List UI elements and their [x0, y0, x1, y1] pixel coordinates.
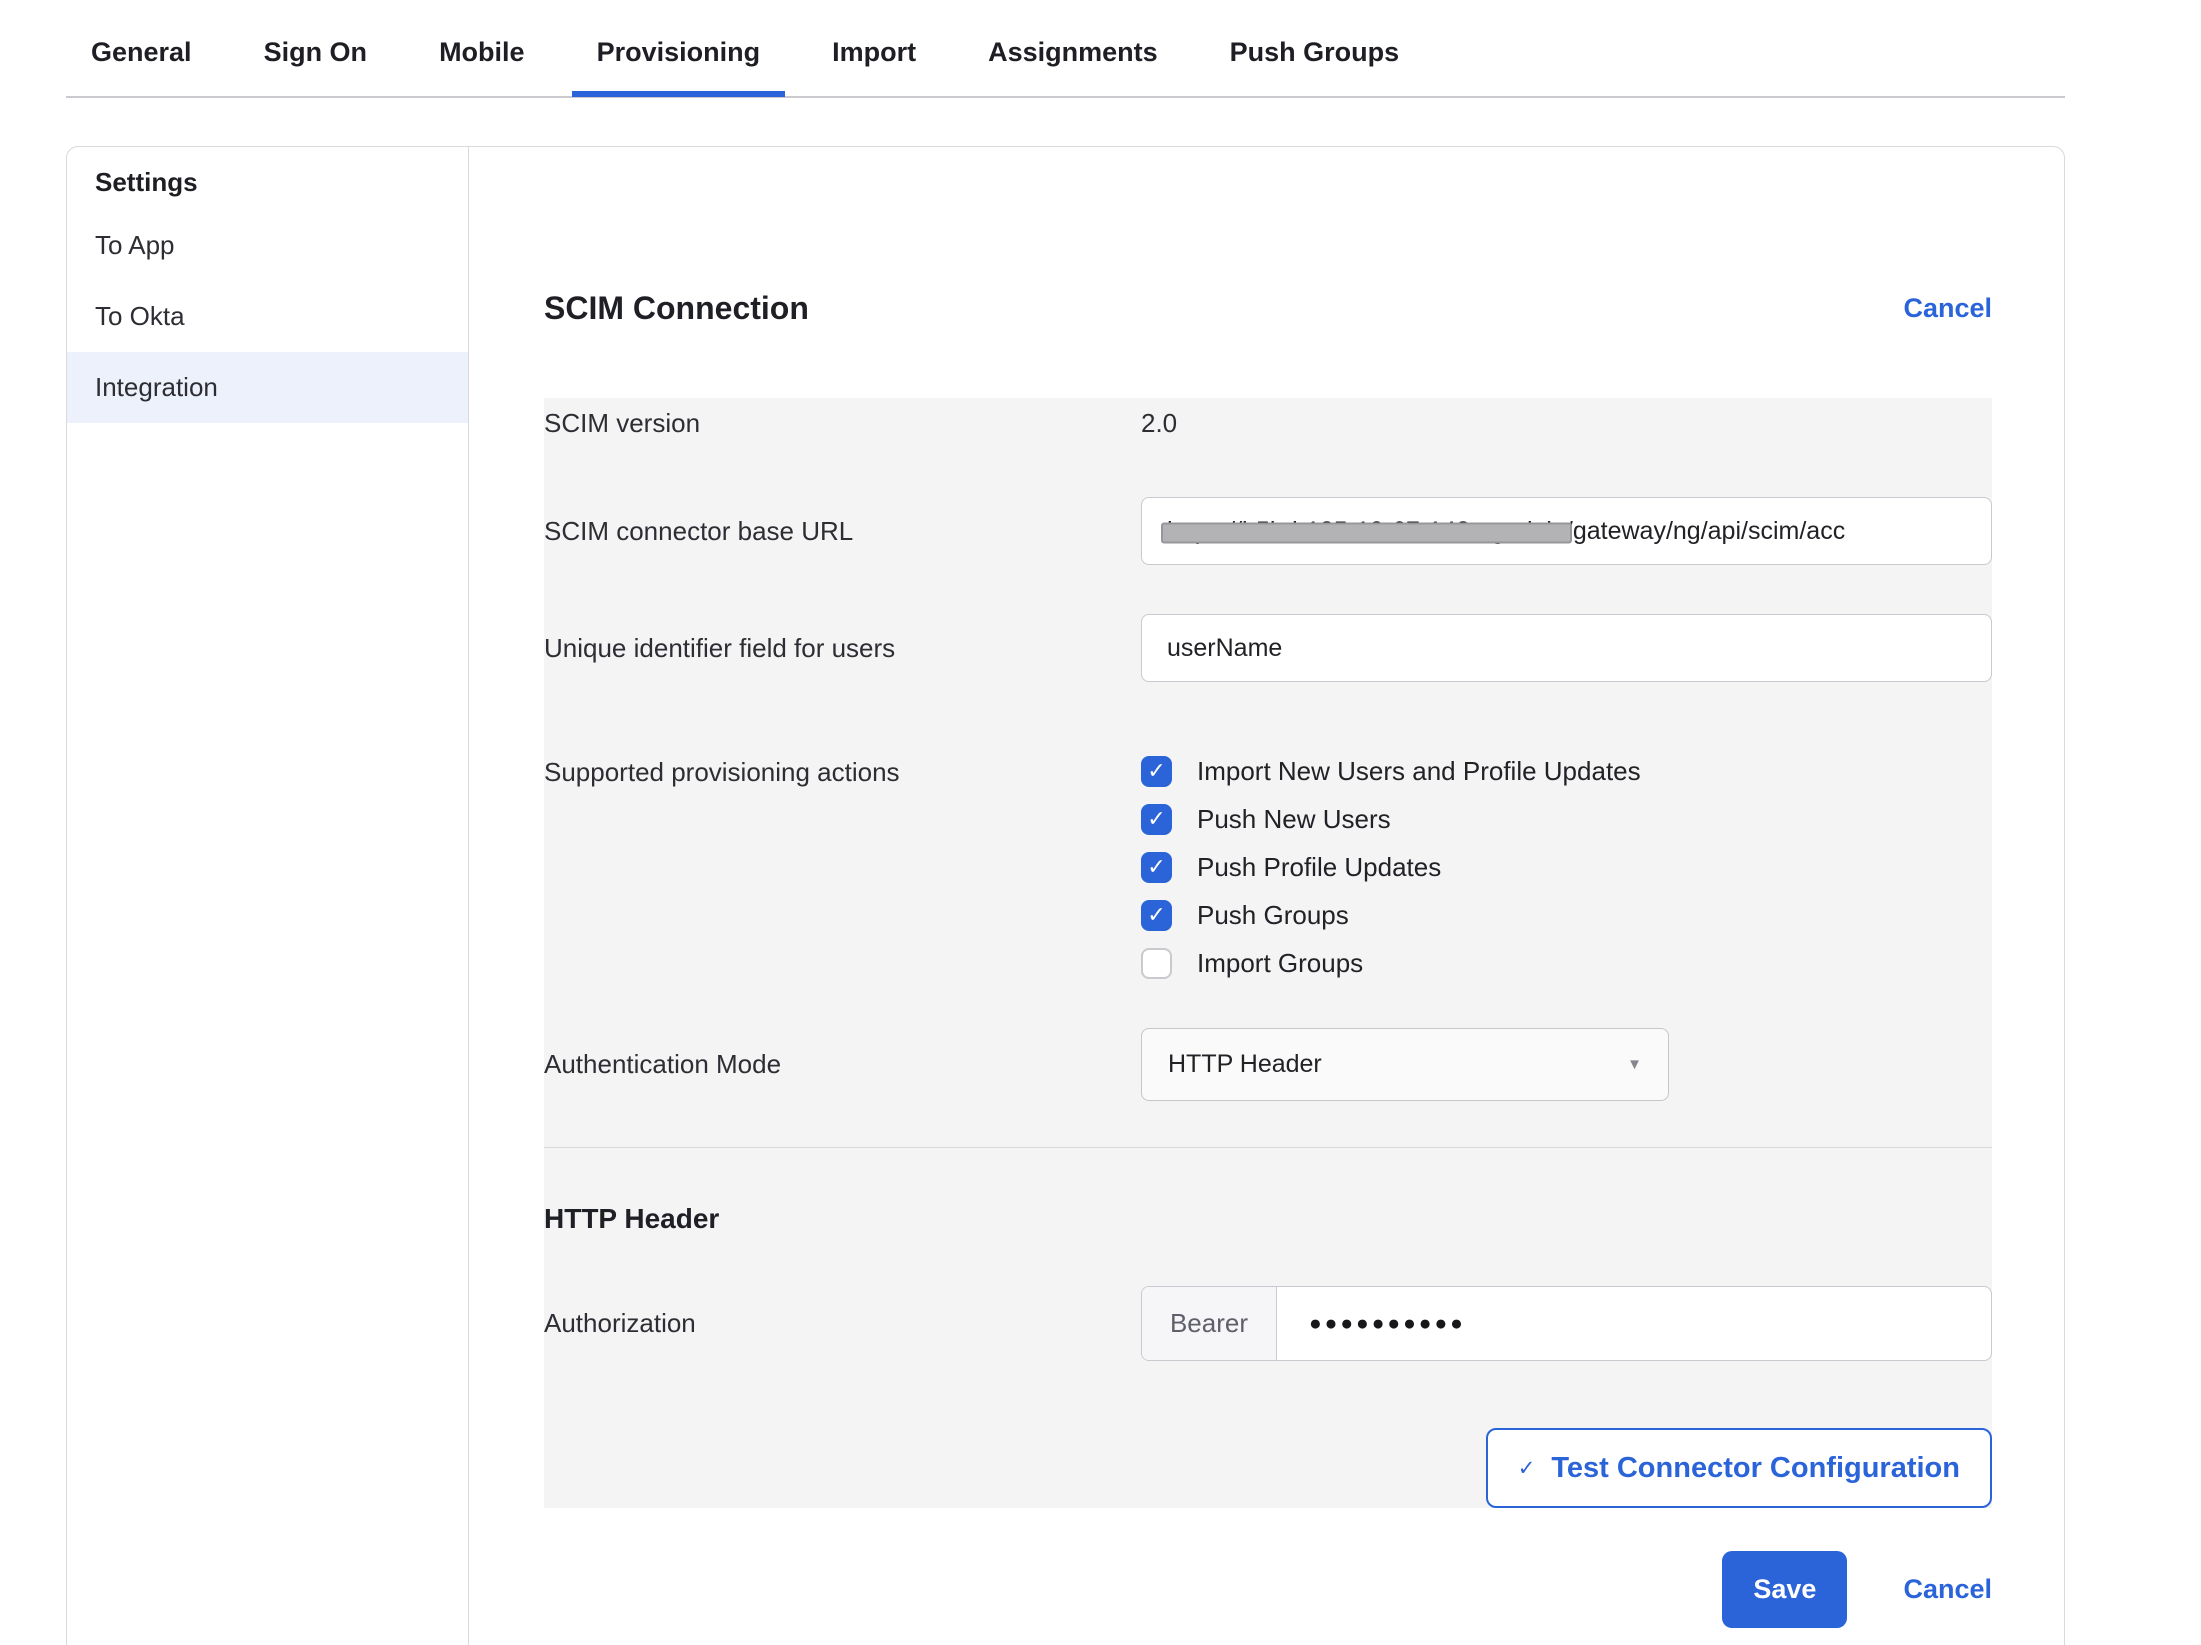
checkbox-row-import-users[interactable]: ✓ Import New Users and Profile Updates: [1141, 747, 1992, 795]
http-header-heading: HTTP Header: [544, 1203, 1992, 1235]
scim-version-value: 2.0: [1141, 408, 1992, 439]
test-connector-row: ✓ Test Connector Configuration: [544, 1428, 1992, 1508]
auth-mode-row: Authentication Mode HTTP Header ▼: [544, 1028, 1992, 1101]
scim-settings-panel: SCIM version 2.0 SCIM connector base URL…: [544, 398, 1992, 1508]
sidebar-item-to-app[interactable]: To App: [67, 210, 468, 281]
authorization-row: Authorization Bearer ●●●●●●●●●●: [544, 1286, 1992, 1361]
sidebar-item-integration[interactable]: Integration: [67, 352, 468, 423]
checkbox-label: Import New Users and Profile Updates: [1197, 756, 1641, 787]
scim-connection-section: SCIM version 2.0 SCIM connector base URL…: [544, 398, 1992, 1147]
tab-import[interactable]: Import: [807, 13, 941, 97]
form-actions: Save Cancel: [544, 1551, 1992, 1628]
main-content: SCIM Connection Cancel SCIM version 2.0 …: [469, 147, 2064, 1645]
test-connector-button-label: Test Connector Configuration: [1551, 1452, 1960, 1485]
auth-mode-select[interactable]: HTTP Header ▼: [1141, 1028, 1669, 1101]
base-url-visible-suffix: /gateway/ng/api/scim/acc: [1566, 517, 1845, 546]
settings-sidebar: Settings To App To Okta Integration: [67, 147, 469, 1645]
unique-identifier-label: Unique identifier field for users: [544, 633, 1141, 664]
app-tab-bar: General Sign On Mobile Provisioning Impo…: [66, 0, 2065, 98]
checkbox-row-push-profile-updates[interactable]: ✓ Push Profile Updates: [1141, 843, 1992, 891]
cancel-link-top[interactable]: Cancel: [1903, 293, 1992, 324]
redaction-bar: [1161, 522, 1572, 543]
provisioning-actions-label: Supported provisioning actions: [544, 747, 1141, 788]
authorization-input-group: Bearer ●●●●●●●●●●: [1141, 1286, 1992, 1361]
auth-mode-label: Authentication Mode: [544, 1049, 1141, 1080]
provisioning-actions-row: Supported provisioning actions ✓ Import …: [544, 747, 1992, 987]
check-icon: ✓: [1147, 904, 1165, 926]
tab-push-groups[interactable]: Push Groups: [1205, 13, 1425, 97]
cancel-link-bottom[interactable]: Cancel: [1903, 1574, 1992, 1605]
tab-general[interactable]: General: [66, 13, 217, 97]
sidebar-item-to-okta[interactable]: To Okta: [67, 281, 468, 352]
unique-identifier-row: Unique identifier field for users: [544, 614, 1992, 682]
base-url-row: SCIM connector base URL https://b5bd-135…: [544, 497, 1992, 565]
scim-version-label: SCIM version: [544, 408, 1141, 439]
check-icon: ✓: [1147, 760, 1165, 782]
check-icon: ✓: [1147, 856, 1165, 878]
authorization-label: Authorization: [544, 1308, 1141, 1339]
title-row: SCIM Connection Cancel: [544, 291, 1992, 325]
sidebar-title: Settings: [67, 147, 468, 199]
tab-mobile[interactable]: Mobile: [414, 13, 550, 97]
tab-assignments[interactable]: Assignments: [963, 13, 1183, 97]
checkbox-push-groups[interactable]: ✓: [1141, 900, 1172, 931]
checkbox-label: Import Groups: [1197, 948, 1363, 979]
save-button[interactable]: Save: [1722, 1551, 1847, 1628]
checkbox-row-push-new-users[interactable]: ✓ Push New Users: [1141, 795, 1992, 843]
scim-version-row: SCIM version 2.0: [544, 408, 1992, 439]
tab-provisioning[interactable]: Provisioning: [572, 13, 786, 97]
chevron-down-icon: ▼: [1627, 1056, 1642, 1073]
page-title: SCIM Connection: [544, 290, 809, 327]
checkbox-label: Push Groups: [1197, 900, 1349, 931]
checkbox-push-new-users[interactable]: ✓: [1141, 804, 1172, 835]
sidebar-list: To App To Okta Integration: [67, 210, 468, 423]
base-url-label: SCIM connector base URL: [544, 516, 1141, 547]
test-connector-configuration-button[interactable]: ✓ Test Connector Configuration: [1486, 1428, 1992, 1508]
checkbox-push-profile-updates[interactable]: ✓: [1141, 852, 1172, 883]
check-icon: ✓: [1147, 808, 1165, 830]
tab-sign-on[interactable]: Sign On: [239, 13, 393, 97]
check-icon: ✓: [1518, 1456, 1536, 1481]
page-container: General Sign On Mobile Provisioning Impo…: [66, 0, 2065, 1645]
provisioning-card: Settings To App To Okta Integration SCIM…: [66, 146, 2065, 1645]
unique-identifier-input[interactable]: [1141, 614, 1992, 682]
checkbox-label: Push New Users: [1197, 804, 1391, 835]
checkbox-row-push-groups[interactable]: ✓ Push Groups: [1141, 891, 1992, 939]
http-header-section: HTTP Header Authorization Bearer ●●●●●●●…: [544, 1148, 1992, 1508]
authorization-token-input[interactable]: ●●●●●●●●●●: [1277, 1287, 1991, 1360]
bearer-prefix: Bearer: [1142, 1287, 1277, 1360]
checkbox-import-groups[interactable]: [1141, 948, 1172, 979]
provisioning-actions-list: ✓ Import New Users and Profile Updates ✓…: [1141, 747, 1992, 987]
checkbox-row-import-groups[interactable]: Import Groups: [1141, 939, 1992, 987]
base-url-redacted-text: https://b5bd-135-19-67-148.ngrok.io: [1167, 517, 1566, 546]
checkbox-label: Push Profile Updates: [1197, 852, 1441, 883]
base-url-input[interactable]: https://b5bd-135-19-67-148.ngrok.io /gat…: [1141, 497, 1992, 565]
auth-mode-selected-value: HTTP Header: [1168, 1050, 1322, 1079]
checkbox-import-users[interactable]: ✓: [1141, 756, 1172, 787]
